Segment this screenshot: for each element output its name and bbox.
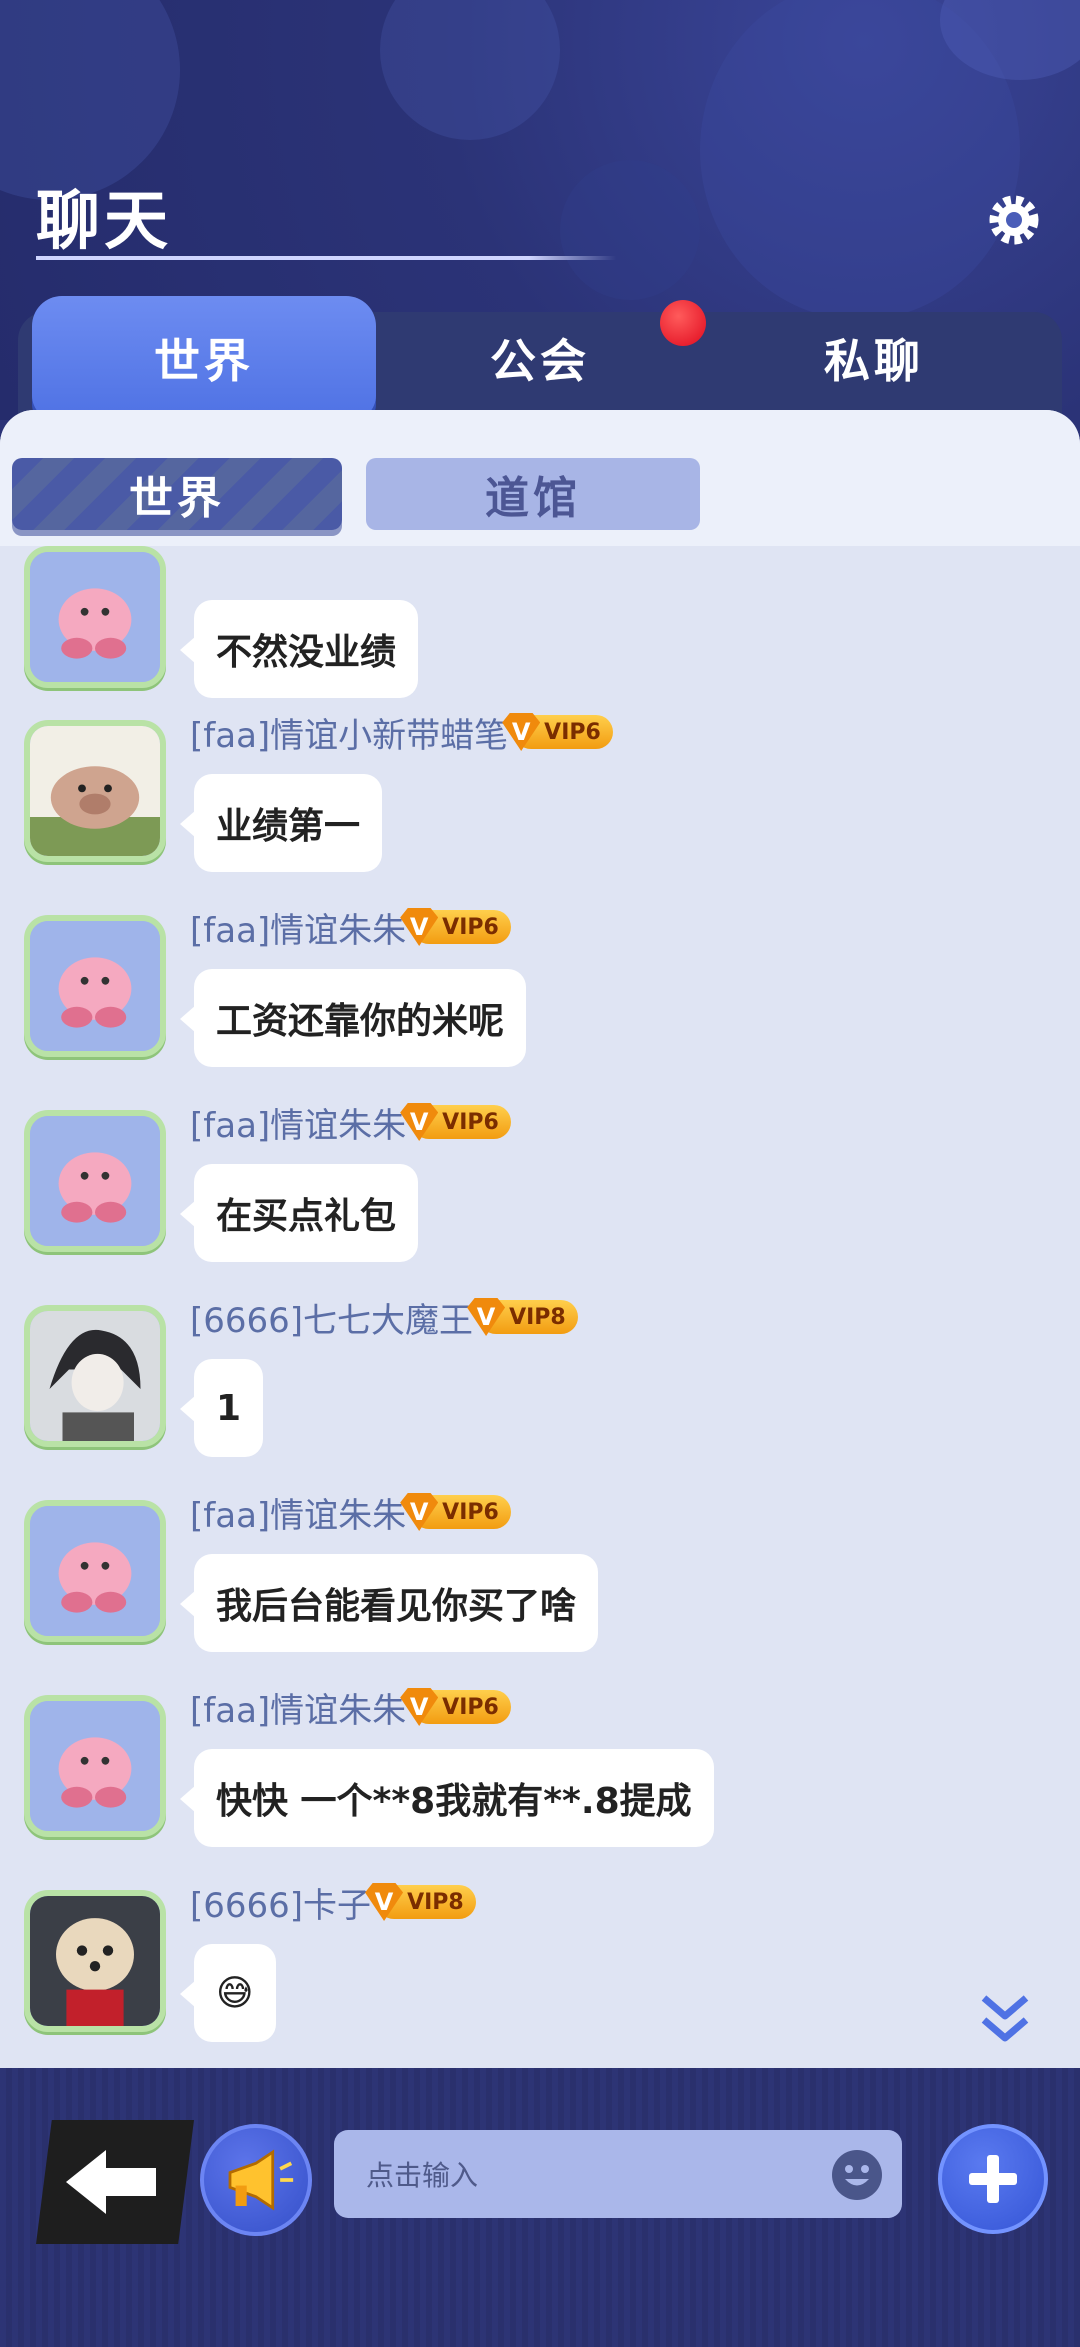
message-header: [faa]情谊朱朱 V VIP6	[190, 1488, 511, 1536]
gear-icon[interactable]	[984, 190, 1044, 250]
chat-message: [faa]情谊朱朱 V VIP6 快快 一个**8我就有**.8提成	[0, 1683, 1080, 1873]
chat-message: [faa]情谊小新带蜡笔 V VIP6 业绩第一	[0, 708, 1080, 898]
vip-level: VIP6	[544, 719, 601, 745]
emoji-icon[interactable]	[830, 2148, 884, 2202]
subtab-gym[interactable]: 道馆	[366, 458, 700, 530]
username[interactable]: [faa]情谊小新带蜡笔	[190, 708, 508, 757]
chat-message: [faa]情谊朱朱 V VIP6 工资还靠你的米呢	[0, 903, 1080, 1093]
pink-blob-avatar[interactable]	[24, 1695, 166, 1837]
message-bubble: 业绩第一	[179, 774, 383, 872]
dog-avatar[interactable]	[24, 1890, 166, 2032]
chat-message: [faa]情谊朱朱 V VIP6 我后台能看见你买了啥	[0, 1488, 1080, 1678]
chat-message: [6666]七七大魔王 V VIP8 1	[0, 1293, 1080, 1483]
anime-boy-avatar[interactable]	[24, 1305, 166, 1447]
message-bubble: 😅	[180, 1944, 276, 2042]
pink-blob-avatar[interactable]	[24, 915, 166, 1057]
vip-badge: V VIP8	[467, 1298, 578, 1336]
vip-badge: V VIP6	[400, 1103, 511, 1141]
message-header: [6666]卡子 V VIP8	[190, 1878, 476, 1926]
message-header: [6666]七七大魔王 V VIP8	[190, 1293, 578, 1341]
chat-message: [6666]卡子 V VIP8 😅	[0, 1878, 1080, 2066]
vip-level: VIP8	[407, 1889, 464, 1915]
chat-input-box[interactable]	[334, 2130, 902, 2220]
add-button[interactable]	[938, 2124, 1048, 2234]
message-bubble: 工资还靠你的米呢	[179, 969, 527, 1067]
page-title: 聊天	[36, 185, 172, 259]
vip-level: VIP6	[442, 1499, 499, 1525]
message-bubble: 我后台能看见你买了啥	[179, 1554, 599, 1652]
pink-blob-avatar[interactable]	[24, 1110, 166, 1252]
plus-icon	[969, 2155, 1017, 2203]
chat-input[interactable]	[364, 2130, 828, 2220]
message-list[interactable]: 不然没业绩 [faa]情谊小新带蜡笔 V VIP6 业绩第一 [faa]情谊朱朱 …	[0, 546, 1080, 2066]
vip-level: VIP6	[442, 1109, 499, 1135]
vip-level: VIP6	[442, 1694, 499, 1720]
vip-badge: V VIP6	[400, 1688, 511, 1726]
vip-badge: V VIP6	[400, 908, 511, 946]
pink-blob-avatar[interactable]	[24, 546, 166, 688]
message-bubble: 不然没业绩	[179, 600, 419, 698]
message-header: [faa]情谊朱朱 V VIP6	[190, 1683, 511, 1731]
message-header: [faa]情谊朱朱 V VIP6	[190, 903, 511, 951]
username[interactable]: [6666]七七大魔王	[190, 1293, 473, 1342]
username[interactable]: [6666]卡子	[190, 1878, 371, 1927]
pink-blob-avatar[interactable]	[24, 1500, 166, 1642]
back-button[interactable]	[36, 2120, 194, 2244]
scroll-to-bottom-icon[interactable]	[978, 1990, 1032, 2046]
vip-badge: V VIP6	[502, 713, 613, 751]
chat-message: [faa]情谊朱朱 V VIP6 在买点礼包	[0, 1098, 1080, 1288]
vip-badge: V VIP8	[365, 1883, 476, 1921]
back-arrow-icon	[66, 2150, 156, 2214]
subtab-world[interactable]: 世界	[12, 458, 342, 530]
title-underline	[36, 256, 616, 260]
message-header: [faa]情谊小新带蜡笔 V VIP6	[190, 708, 613, 756]
vip-level: VIP8	[509, 1304, 566, 1330]
plush-pig-avatar[interactable]	[24, 720, 166, 862]
megaphone-icon	[228, 2149, 294, 2211]
username[interactable]: [faa]情谊朱朱	[190, 1488, 406, 1537]
message-bubble: 快快 一个**8我就有**.8提成	[180, 1749, 714, 1847]
message-header: [faa]情谊朱朱 V VIP6	[190, 1098, 511, 1146]
notification-badge	[660, 300, 706, 346]
tab-private[interactable]: 私聊	[702, 296, 1046, 420]
tab-world[interactable]: 世界	[32, 296, 376, 420]
username[interactable]: [faa]情谊朱朱	[190, 903, 406, 952]
chat-message: 不然没业绩	[0, 546, 1080, 724]
username[interactable]: [faa]情谊朱朱	[190, 1098, 406, 1147]
username[interactable]: [faa]情谊朱朱	[190, 1683, 406, 1732]
vip-badge: V VIP6	[400, 1493, 511, 1531]
vip-level: VIP6	[442, 914, 499, 940]
message-bubble: 1	[179, 1359, 264, 1457]
megaphone-button[interactable]	[200, 2124, 312, 2236]
message-bubble: 在买点礼包	[179, 1164, 419, 1262]
